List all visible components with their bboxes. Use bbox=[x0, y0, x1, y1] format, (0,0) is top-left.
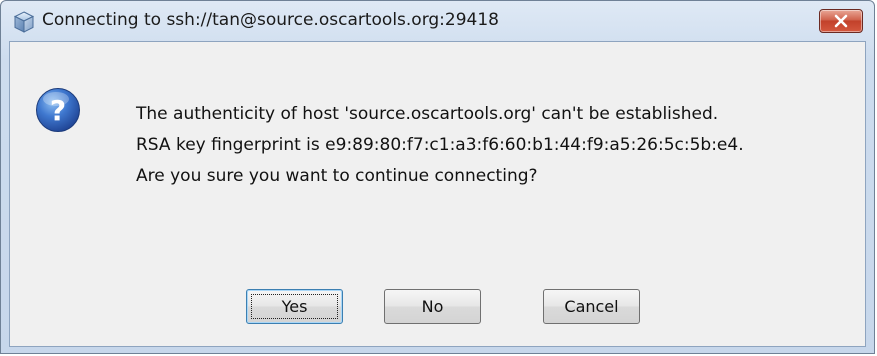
cancel-button[interactable]: Cancel bbox=[543, 289, 640, 324]
message-line-3: Are you sure you want to continue connec… bbox=[136, 166, 538, 186]
message-line-2: RSA key fingerprint is e9:89:80:f7:c1:a3… bbox=[136, 135, 744, 155]
window-title: Connecting to ssh://tan@source.oscartool… bbox=[42, 10, 499, 30]
close-button[interactable] bbox=[819, 9, 863, 33]
cancel-button-label: Cancel bbox=[564, 297, 619, 316]
no-button-label: No bbox=[421, 297, 444, 316]
question-icon: ? bbox=[35, 87, 81, 133]
title-bar[interactable]: Connecting to ssh://tan@source.oscartool… bbox=[1, 1, 874, 41]
no-button[interactable]: No bbox=[384, 289, 481, 324]
java-cube-icon bbox=[13, 11, 35, 33]
message-line-1: The authenticity of host 'source.oscarto… bbox=[136, 104, 719, 124]
svg-text:?: ? bbox=[50, 94, 66, 127]
focus-rectangle bbox=[251, 294, 338, 319]
close-icon bbox=[833, 14, 849, 28]
yes-button[interactable]: Yes bbox=[246, 289, 343, 324]
dialog-window: Connecting to ssh://tan@source.oscartool… bbox=[0, 0, 875, 354]
dialog-body: ? The authenticity of host 'source.oscar… bbox=[9, 41, 866, 347]
dialog-message: The authenticity of host 'source.oscarto… bbox=[136, 99, 744, 192]
